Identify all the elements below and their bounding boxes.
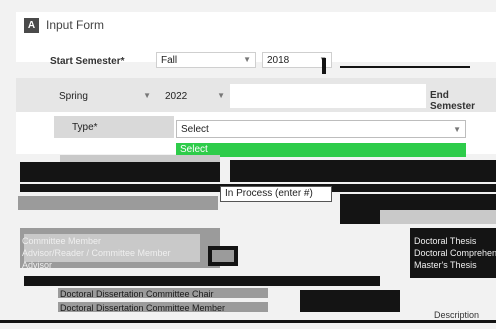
- start-year-value: 2018: [267, 55, 290, 66]
- type-select[interactable]: Select ▼: [176, 120, 466, 138]
- chevron-down-icon: ▼: [243, 55, 251, 64]
- end-semester-spacer: [230, 84, 426, 108]
- option-committee-member[interactable]: Committee Member: [22, 236, 101, 246]
- option-advisor-reader[interactable]: Advisor/Reader / Committee Member: [22, 248, 171, 258]
- type-label: Type*: [72, 122, 98, 133]
- type-select-value: Select: [181, 124, 209, 135]
- option-doctoral-thesis[interactable]: Doctoral Thesis: [414, 236, 476, 246]
- glitch-block: [18, 196, 218, 210]
- app-logo-icon: A: [24, 18, 39, 33]
- chevron-down-icon: ▼: [143, 91, 151, 100]
- end-semester-label: End Semester: [430, 90, 476, 112]
- option-dissertation-chair[interactable]: Doctoral Dissertation Committee Chair: [60, 289, 214, 299]
- glitch-block: [212, 250, 234, 262]
- glitch-mark: [340, 66, 470, 68]
- in-process-option[interactable]: In Process (enter #): [220, 186, 332, 202]
- start-term-value: Fall: [161, 55, 178, 66]
- glitch-mark: [322, 58, 326, 74]
- window-title: Input Form: [46, 18, 105, 32]
- option-masters-thesis[interactable]: Master's Thesis: [414, 260, 477, 270]
- description-label: Description: [434, 310, 480, 320]
- start-term-select[interactable]: Fall ▼: [156, 52, 256, 68]
- glitch-block: [20, 162, 220, 182]
- chevron-down-icon: ▼: [453, 125, 461, 134]
- start-semester-label: Start Semester*: [50, 56, 125, 67]
- chevron-down-icon: ▼: [217, 91, 225, 100]
- glitch-block: [0, 320, 496, 323]
- option-dissertation-member[interactable]: Doctoral Dissertation Committee Member: [60, 303, 225, 313]
- end-term-value: Spring: [59, 91, 88, 102]
- glitch-block: [300, 290, 400, 312]
- glitch-block: [380, 210, 496, 224]
- option-doctoral-comprehensive[interactable]: Doctoral Comprehensive: [414, 248, 496, 258]
- glitch-block: [230, 160, 496, 182]
- end-year-value: 2022: [165, 91, 188, 102]
- end-term-select[interactable]: Spring ▼: [54, 88, 156, 104]
- glitch-block: [24, 276, 380, 286]
- option-advisor[interactable]: Advisor: [22, 260, 52, 270]
- end-year-select[interactable]: 2022 ▼: [160, 88, 230, 104]
